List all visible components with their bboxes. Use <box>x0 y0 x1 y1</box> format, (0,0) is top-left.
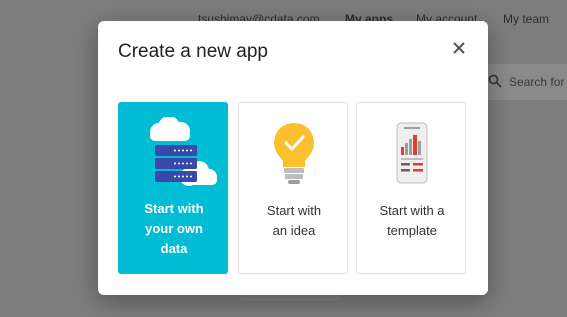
start-with-own-data-card[interactable]: Start with your own data <box>118 102 228 274</box>
close-icon[interactable] <box>448 37 470 59</box>
start-with-idea-card[interactable]: Start with an idea <box>238 102 348 274</box>
lightbulb-icon <box>274 123 314 184</box>
card-label-line3: data <box>160 241 188 256</box>
phone-template-icon <box>396 122 428 184</box>
search-icon <box>488 74 502 88</box>
create-app-dialog: Create a new app Start with your own dat… <box>98 21 488 295</box>
start-with-template-card[interactable]: Start with a template <box>356 102 466 274</box>
server-cloud-icon <box>150 117 217 186</box>
card-label-line1: Start with a <box>379 203 445 218</box>
card-label-line2: your own <box>145 221 203 236</box>
card-label-line2: an idea <box>272 223 316 238</box>
card-label-line1: Start with <box>144 201 204 216</box>
card-label-line1: Start with <box>266 203 322 218</box>
dialog-title: Create a new app <box>118 41 268 62</box>
search-bar[interactable]: Search for <box>480 64 567 100</box>
search-placeholder: Search for <box>509 75 565 89</box>
nav-my-team[interactable]: My team <box>503 12 549 26</box>
card-label-line2: template <box>387 223 437 238</box>
